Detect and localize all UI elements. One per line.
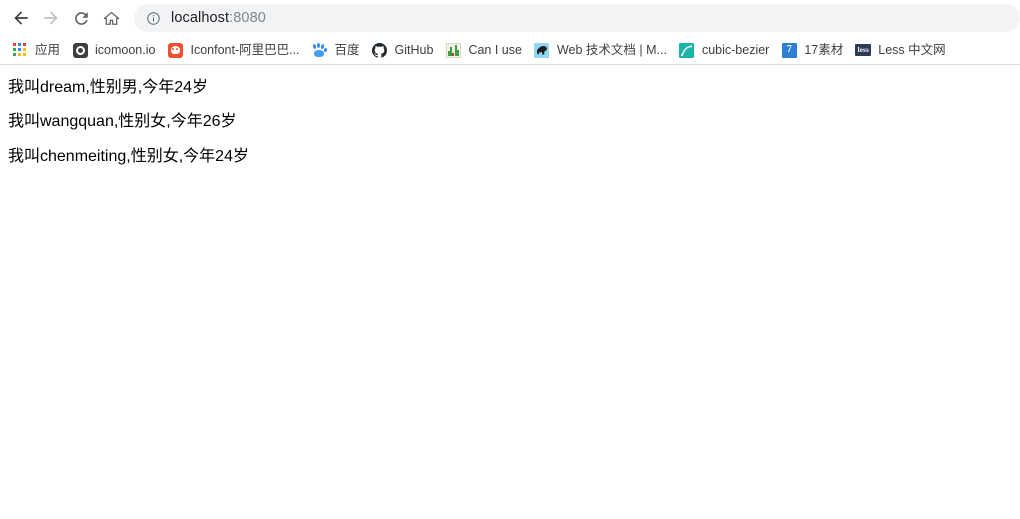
- bookmark-item-cubic-bezier[interactable]: cubic-bezier: [675, 38, 777, 62]
- home-icon: [103, 11, 119, 25]
- bookmark-item-baidu[interactable]: 百度: [308, 38, 368, 62]
- content-line: 我叫wangquan,性别女,今年26岁: [8, 113, 237, 131]
- bookmark-label: cubic-bezier: [701, 43, 770, 57]
- bookmark-item-caniuse[interactable]: Can I use: [441, 38, 530, 62]
- bookmark-item-github[interactable]: GitHub: [368, 38, 442, 62]
- back-button[interactable]: [6, 3, 36, 33]
- bookmark-label: Web 技术文档 | M...: [556, 43, 667, 57]
- forward-arrow-icon: [44, 11, 58, 25]
- address-bar[interactable]: localhost:8080: [134, 4, 1020, 32]
- bookmark-item-mdn[interactable]: Web 技术文档 | M...: [530, 38, 675, 62]
- bookmark-apps[interactable]: 应用: [8, 38, 68, 62]
- content-line: 我叫chenmeiting,性别女,今年24岁: [8, 147, 249, 165]
- bookmark-item-icomoon[interactable]: icomoon.io: [68, 38, 163, 62]
- 17sucai-icon: 7: [781, 42, 797, 58]
- iconfont-icon: [167, 42, 183, 58]
- caniuse-icon: [445, 42, 461, 58]
- url-port: :8080: [229, 10, 266, 26]
- bookmark-item-less[interactable]: less Less 中文网: [851, 38, 953, 62]
- bookmark-label: icomoon.io: [95, 43, 156, 57]
- back-arrow-icon: [14, 11, 28, 25]
- home-button[interactable]: [96, 3, 126, 33]
- bookmark-apps-label: 应用: [35, 43, 61, 57]
- address-bar-url: localhost:8080: [171, 10, 266, 26]
- bookmark-label: Less 中文网: [878, 43, 946, 57]
- url-host: localhost: [171, 10, 230, 26]
- reload-icon: [74, 11, 88, 25]
- bookmark-item-iconfont[interactable]: Iconfont-阿里巴巴...: [163, 38, 307, 62]
- cubic-bezier-icon: [679, 42, 695, 58]
- bookmark-item-17sucai[interactable]: 7 17素材: [777, 38, 851, 62]
- bookmark-label: 百度: [334, 43, 360, 57]
- content-line: 我叫dream,性别男,今年24岁: [8, 79, 209, 96]
- forward-button[interactable]: [36, 3, 66, 33]
- browser-chrome: localhost:8080 应用 icomoon.io Iconfont-阿里…: [0, 0, 1020, 65]
- page-content: 我叫dream,性别男,今年24岁 我叫wangquan,性别女,今年26岁 我…: [0, 65, 1020, 517]
- icomoon-icon: [72, 42, 88, 58]
- browser-toolbar: localhost:8080: [0, 0, 1020, 36]
- bookmark-label: Iconfont-阿里巴巴...: [190, 43, 300, 57]
- apps-grid-icon: [12, 42, 28, 58]
- bookmark-label: Can I use: [468, 43, 522, 57]
- info-circle-icon[interactable]: [146, 11, 161, 26]
- baidu-icon: [312, 42, 328, 58]
- bookmark-label: 17素材: [804, 43, 844, 57]
- mdn-icon: [534, 42, 550, 58]
- less-icon: less: [855, 42, 872, 58]
- reload-button[interactable]: [66, 3, 96, 33]
- bookmarks-bar: 应用 icomoon.io Iconfont-阿里巴巴... 百度 GitHub…: [0, 36, 1020, 65]
- github-icon: [372, 42, 388, 58]
- bookmark-label: GitHub: [394, 43, 434, 57]
